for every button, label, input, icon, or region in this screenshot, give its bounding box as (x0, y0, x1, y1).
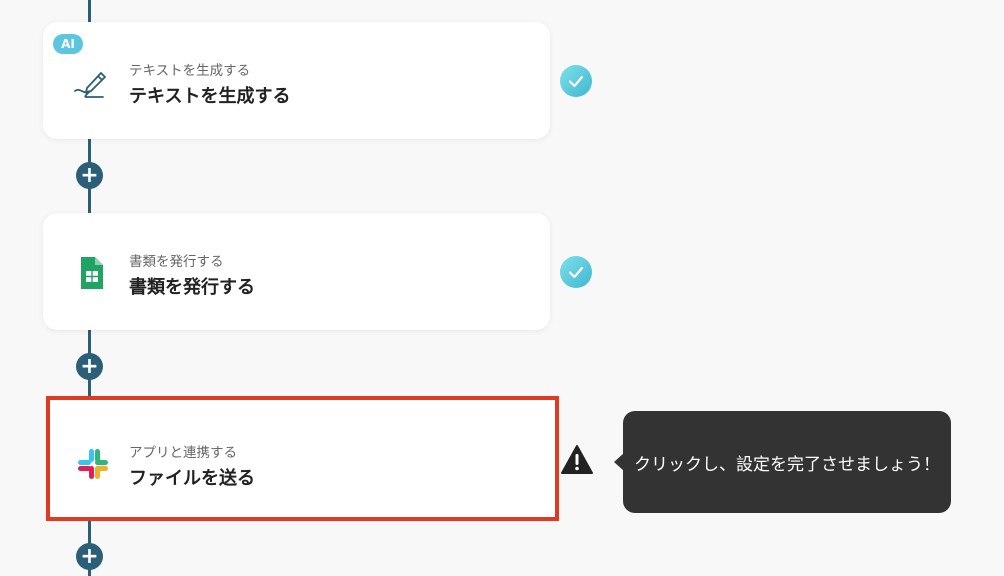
connector-line-1 (88, 0, 91, 22)
tooltip-text: クリックし、設定を完了させましょう！ (634, 454, 940, 475)
ai-badge: AI (53, 34, 83, 54)
step-title: 書類を発行する (129, 277, 255, 298)
step-card-generate-text[interactable]: AI テキストを生成する テキストを生成する (43, 22, 550, 139)
add-step-button[interactable]: + (76, 162, 103, 189)
slack-icon (75, 446, 111, 482)
pencil-icon (73, 64, 109, 100)
google-sheets-icon (73, 255, 109, 291)
step-subtitle: テキストを生成する (129, 63, 251, 79)
step-title: テキストを生成する (129, 86, 291, 107)
step-card-send-file[interactable]: アプリと連携する ファイルを送る (46, 396, 559, 521)
check-icon (560, 256, 592, 288)
step-card-issue-document[interactable]: 書類を発行する 書類を発行する (43, 213, 550, 330)
add-step-button[interactable]: + (76, 353, 103, 380)
add-step-button[interactable]: + (76, 543, 103, 570)
warning-icon (560, 444, 594, 476)
tooltip: クリックし、設定を完了させましょう！ (623, 411, 951, 513)
step-subtitle: 書類を発行する (129, 254, 224, 270)
check-icon (560, 65, 592, 97)
step-title: ファイルを送る (129, 468, 255, 489)
step-subtitle: アプリと連携する (129, 445, 237, 461)
